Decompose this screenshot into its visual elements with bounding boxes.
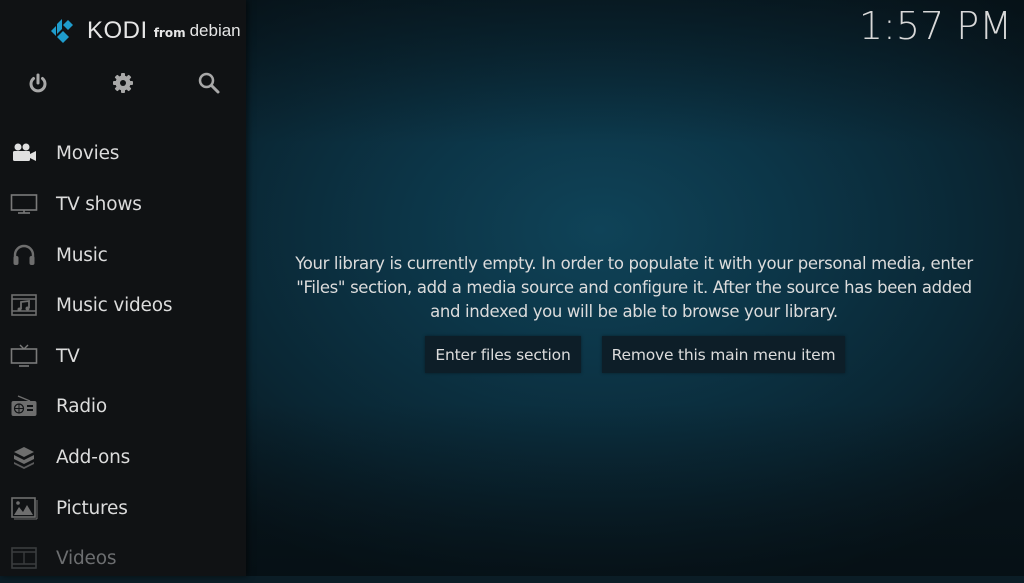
picture-icon bbox=[10, 496, 38, 520]
brand-from: from bbox=[153, 25, 186, 40]
top-icon-bar bbox=[0, 70, 246, 100]
movie-camera-icon bbox=[10, 141, 38, 165]
menu-label: Pictures bbox=[56, 497, 128, 519]
menu-item-music[interactable]: Music bbox=[0, 230, 246, 280]
gear-icon bbox=[113, 73, 133, 93]
menu-label: Movies bbox=[56, 142, 120, 164]
menu-label: Radio bbox=[56, 395, 107, 417]
monitor-icon bbox=[10, 192, 38, 216]
menu-item-tv-shows[interactable]: TV shows bbox=[0, 179, 246, 229]
menu-label: Add-ons bbox=[56, 446, 131, 468]
remove-menu-item-button[interactable]: Remove this main menu item bbox=[602, 336, 845, 373]
menu-item-pictures[interactable]: Pictures bbox=[0, 483, 246, 533]
empty-library-message: Your library is currently empty. In orde… bbox=[262, 252, 1006, 324]
enter-files-section-button[interactable]: Enter files section bbox=[425, 336, 581, 373]
tv-icon bbox=[10, 344, 38, 368]
kodi-logo: KODI from debian bbox=[48, 14, 241, 48]
kodi-logo-icon bbox=[51, 19, 73, 43]
power-button[interactable] bbox=[25, 70, 51, 96]
sidebar: KODI from debian Movies TV shows Music M… bbox=[0, 0, 246, 576]
headphones-icon bbox=[10, 243, 38, 267]
brand-name: KODI bbox=[87, 17, 148, 44]
settings-button[interactable] bbox=[110, 70, 136, 96]
search-icon bbox=[198, 72, 220, 94]
menu-item-radio[interactable]: Radio bbox=[0, 381, 246, 431]
menu-label: TV bbox=[56, 345, 80, 367]
menu-item-add-ons[interactable]: Add-ons bbox=[0, 432, 246, 482]
menu-label: Music videos bbox=[56, 294, 173, 316]
clock: 1:57 PM bbox=[858, 4, 1012, 48]
power-icon bbox=[29, 73, 47, 93]
brand-distro: debian bbox=[189, 21, 241, 40]
film-strip-icon bbox=[10, 546, 38, 570]
menu-label: Music bbox=[56, 244, 108, 266]
message-line: Your library is currently empty. In orde… bbox=[295, 254, 973, 273]
search-button[interactable] bbox=[196, 70, 222, 96]
menu-item-movies[interactable]: Movies bbox=[0, 128, 246, 178]
menu-label: TV shows bbox=[56, 193, 142, 215]
menu-item-music-videos[interactable]: Music videos bbox=[0, 280, 246, 330]
music-video-icon bbox=[10, 293, 38, 317]
message-line: and indexed you will be able to browse y… bbox=[430, 302, 838, 321]
radio-icon bbox=[10, 394, 38, 418]
menu-item-tv[interactable]: TV bbox=[0, 331, 246, 381]
message-line: "Files" section, add a media source and … bbox=[296, 278, 972, 297]
menu-label: Videos bbox=[56, 547, 117, 569]
addon-box-icon bbox=[10, 445, 38, 469]
